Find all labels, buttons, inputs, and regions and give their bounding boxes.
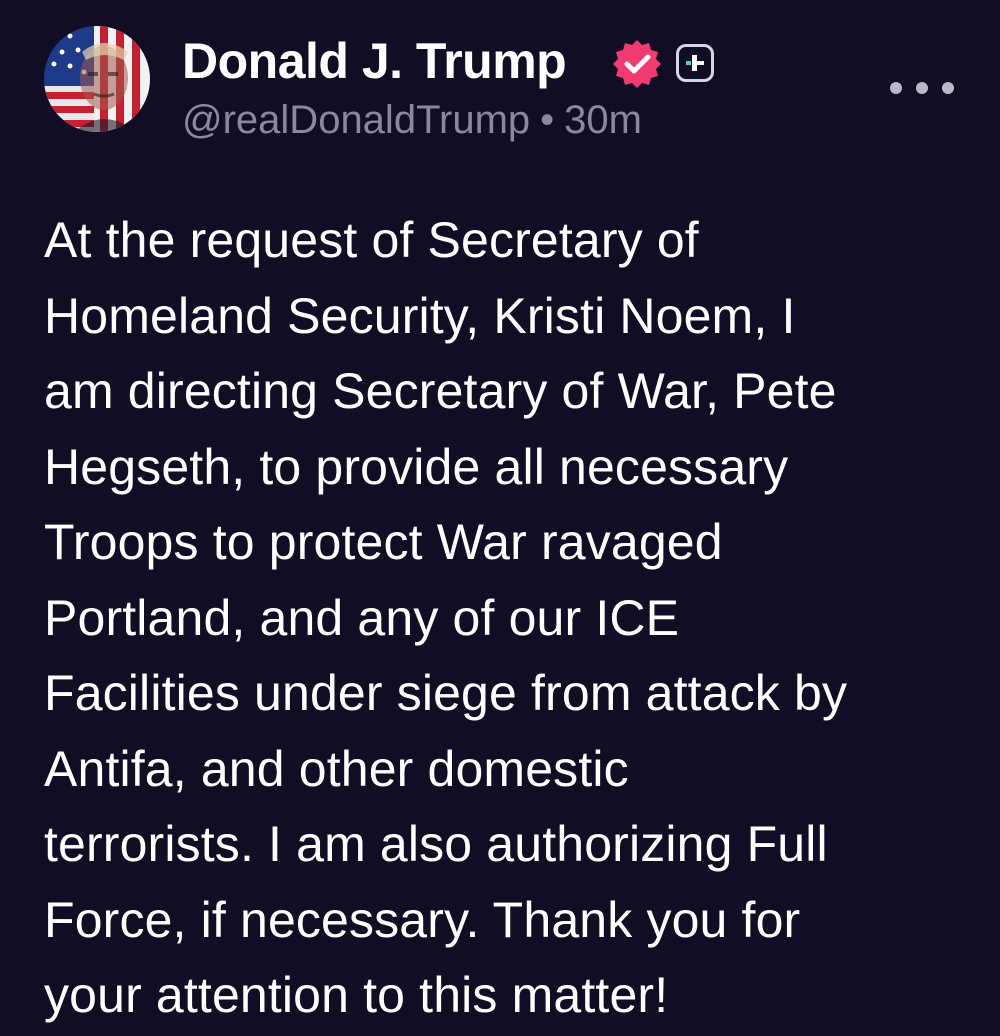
post-body: At the request of Secretary of Homeland … <box>44 203 974 1034</box>
avatar-image <box>44 26 150 132</box>
more-dot <box>942 82 954 94</box>
more-dot <box>890 82 902 94</box>
post-timestamp[interactable]: 30m <box>564 98 642 142</box>
post-body-line: At the request of Secretary of <box>44 212 699 268</box>
post-body-line: Troops to protect War ravaged <box>44 514 723 570</box>
more-options-icon[interactable] <box>890 70 954 106</box>
post-body-line: Antifa, and other domestic <box>44 740 629 797</box>
plus-badge-icon <box>676 44 714 82</box>
author-handle[interactable]: @realDonaldTrump <box>182 98 530 142</box>
post-body-line: am directing Secretary of War, Pete <box>44 363 837 419</box>
post-body-line: your attention to this matter! <box>44 967 669 1023</box>
author-display-name[interactable]: Donald J. Trump <box>182 30 567 92</box>
profile-avatar[interactable] <box>44 26 150 132</box>
post-body-line: Force, if necessary. Thank you for <box>44 891 801 948</box>
post-body-line: Hegseth, to provide all necessary <box>44 438 789 495</box>
post-card: Donald J. Trump @realDonaldTrump • 30m At … <box>0 0 1000 1036</box>
more-dot <box>916 82 928 94</box>
post-meta: @realDonaldTrump • 30m <box>182 92 642 148</box>
post-body-line: Facilities under siege from attack by <box>44 665 848 721</box>
post-body-line: Homeland Security, Kristi Noem, I <box>44 287 796 344</box>
post-body-line: terrorists. I am also authorizing Full <box>44 816 828 872</box>
meta-separator: • <box>540 98 555 142</box>
post-body-line: Portland, and any of our ICE <box>44 589 680 646</box>
verified-badge-icon <box>612 38 662 88</box>
